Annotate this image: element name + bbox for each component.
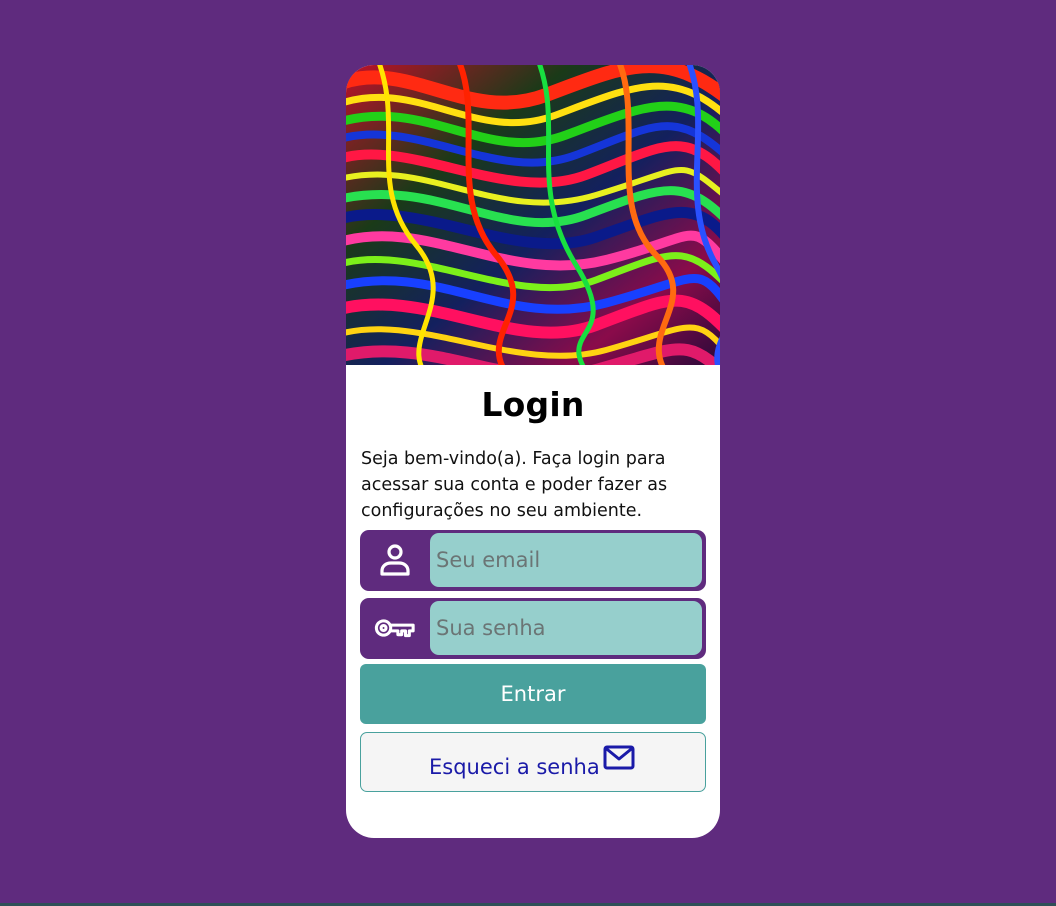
user-icon	[374, 540, 416, 580]
email-field-group	[360, 530, 706, 591]
mail-icon	[603, 745, 635, 776]
login-card: Login Seja bem-vindo(a). Faça login para…	[346, 65, 720, 838]
page-title: Login	[481, 385, 585, 424]
hero-image	[346, 65, 720, 365]
forgot-password-label: Esqueci a senha	[429, 755, 600, 779]
key-icon	[374, 608, 416, 648]
email-input[interactable]	[430, 533, 702, 587]
password-input[interactable]	[430, 601, 702, 655]
welcome-description: Seja bem-vindo(a). Faça login para acess…	[361, 449, 668, 521]
forgot-password-button[interactable]: Esqueci a senha	[360, 732, 706, 792]
login-button[interactable]: Entrar	[360, 664, 706, 724]
password-field-group	[360, 598, 706, 659]
